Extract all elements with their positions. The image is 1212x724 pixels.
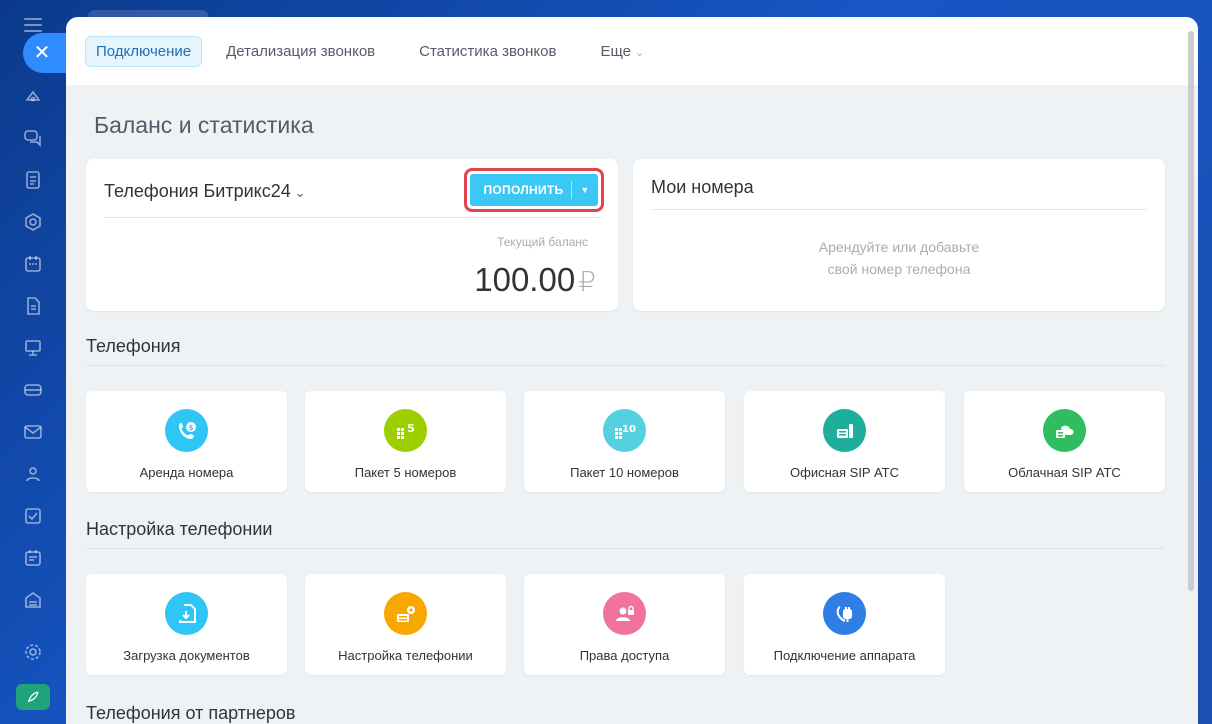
tile-document-upload[interactable]: Загрузка документов (86, 574, 287, 675)
tile-telephony-settings[interactable]: Настройка телефонии (305, 574, 506, 675)
topup-label: ПОПОЛНИТЬ (483, 183, 564, 197)
feed-icon[interactable] (22, 85, 44, 107)
scrollbar[interactable] (1188, 31, 1194, 591)
divider (86, 365, 1165, 366)
tile-label: Аренда номера (139, 465, 234, 480)
warehouse-icon[interactable] (22, 589, 44, 611)
balance-title: Телефония Битрикс24 (104, 181, 291, 201)
my-numbers-card: Мои номера Арендуйте или добавьте свой н… (633, 159, 1165, 311)
topup-button[interactable]: ПОПОЛНИТЬ ▼ (470, 174, 598, 206)
tile-number-rent[interactable]: $ Аренда номера (86, 391, 287, 492)
section-partners-title: Телефония от партнеров (86, 703, 296, 723)
svg-text:10: 10 (622, 424, 636, 435)
office-pbx-icon (823, 409, 866, 452)
currency-symbol: ₽ (578, 266, 596, 297)
section-telephony-title: Телефония (86, 336, 181, 356)
tile-label: Настройка телефонии (338, 648, 473, 663)
left-rail: ✕ (0, 0, 67, 724)
package-5-icon: 5 (384, 409, 427, 452)
tile-label: Пакет 5 номеров (354, 465, 457, 480)
rocket-icon[interactable] (16, 684, 50, 710)
tile-package-10[interactable]: 10 Пакет 10 номеров (524, 391, 725, 492)
section-settings-title: Настройка телефонии (86, 519, 273, 539)
tab-more[interactable]: Еще ⌄ (590, 37, 654, 66)
my-numbers-title: Мои номера (651, 177, 754, 197)
storage-icon[interactable] (22, 379, 44, 401)
calendar-icon[interactable] (22, 253, 44, 275)
tile-label: Права доступа (579, 648, 670, 663)
device-connection-icon (823, 592, 866, 635)
tile-cloud-pbx[interactable]: Облачная SIP АТС (964, 391, 1165, 492)
hint-line-2: свой номер телефона (827, 261, 971, 277)
presentation-icon[interactable] (22, 337, 44, 359)
tile-label: Загрузка документов (123, 648, 250, 663)
document-upload-icon (165, 592, 208, 635)
telephony-panel: Подключение Детализация звонков Статисти… (66, 17, 1198, 724)
tab-call-details[interactable]: Детализация звонков (216, 37, 385, 66)
topup-highlight: ПОПОЛНИТЬ ▼ (464, 168, 604, 212)
tab-call-statistics[interactable]: Статистика звонков (409, 37, 566, 66)
tile-office-pbx[interactable]: Офисная SIP АТС (744, 391, 945, 492)
svg-text:$: $ (188, 424, 193, 432)
menu-icon[interactable] (24, 18, 42, 32)
chat-icon[interactable] (22, 127, 44, 149)
tile-label: Офисная SIP АТС (790, 465, 899, 480)
tile-device-connection[interactable]: Подключение аппарата (744, 574, 945, 675)
balance-caption: Текущий баланс (497, 235, 588, 249)
divider (651, 209, 1147, 210)
access-rights-icon (603, 592, 646, 635)
tab-bar: Подключение Детализация звонков Статисти… (66, 17, 1198, 85)
svg-text:5: 5 (407, 422, 415, 435)
checkbox-icon[interactable] (22, 505, 44, 527)
tab-more-label: Еще (600, 42, 631, 60)
my-numbers-hint: Арендуйте или добавьте свой номер телефо… (633, 236, 1165, 280)
balance-card: Телефония Битрикс24 ⌄ ПОПОЛНИТЬ ▼ Текущий… (86, 159, 618, 311)
tile-label: Подключение аппарата (773, 648, 916, 663)
chevron-down-icon: ⌄ (634, 46, 645, 59)
hexagon-icon[interactable] (22, 211, 44, 233)
hint-line-1: Арендуйте или добавьте (818, 239, 980, 255)
divider (86, 548, 1165, 549)
balance-provider-selector[interactable]: Телефония Битрикс24 ⌄ (104, 181, 306, 202)
phone-rent-icon: $ (165, 409, 208, 452)
divider (104, 217, 600, 218)
document-icon[interactable] (22, 295, 44, 317)
balance-value: 100.00 (474, 261, 576, 298)
tile-access-rights[interactable]: Права доступа (524, 574, 725, 675)
telephony-settings-icon (384, 592, 427, 635)
settings-gear-icon[interactable] (22, 641, 44, 663)
balance-amount: 100.00 ₽ (474, 261, 596, 299)
topup-dropdown-icon[interactable]: ▼ (572, 185, 598, 195)
page-title: Баланс и статистика (94, 112, 314, 138)
package-10-icon: 10 (603, 409, 646, 452)
close-slider-button[interactable]: ✕ (23, 33, 67, 73)
schedule-icon[interactable] (22, 547, 44, 569)
chevron-down-icon: ⌄ (294, 185, 306, 200)
tile-package-5[interactable]: 5 Пакет 5 номеров (305, 391, 506, 492)
tasks-list-icon[interactable] (22, 169, 44, 191)
mail-icon[interactable] (22, 421, 44, 443)
tile-label: Пакет 10 номеров (570, 465, 679, 480)
cloud-pbx-icon (1043, 409, 1086, 452)
tab-connection[interactable]: Подключение (85, 35, 203, 67)
tile-label: Облачная SIP АТС (1008, 465, 1121, 480)
contacts-icon[interactable] (22, 463, 44, 485)
